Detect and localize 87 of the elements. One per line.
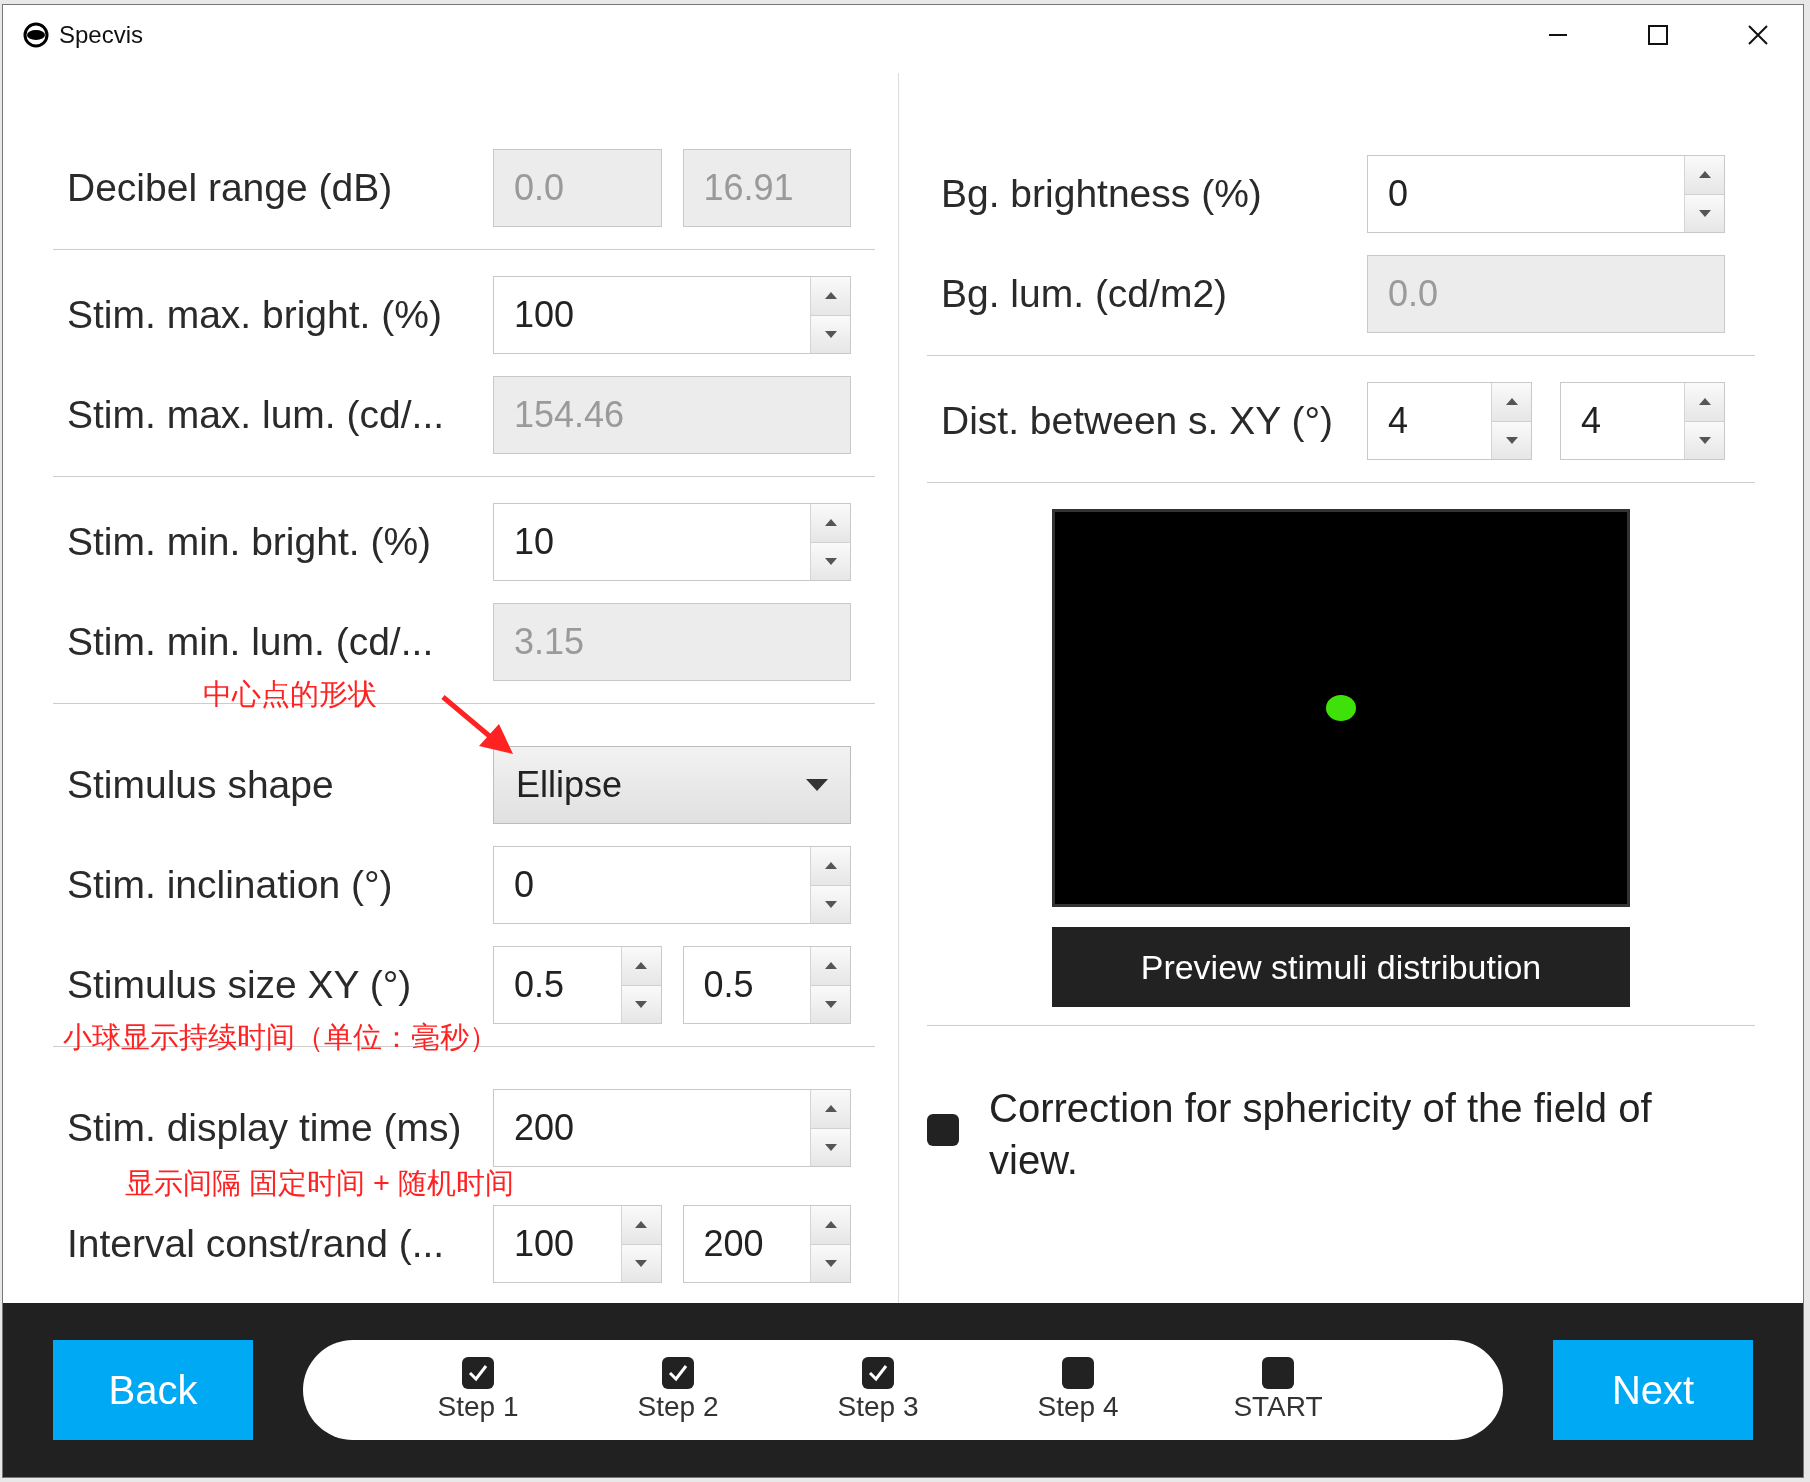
field-label: Stim. max. bright. (%): [66, 293, 443, 337]
step-label: Step 2: [637, 1391, 719, 1423]
field-label: Dist. between s. XY (°): [940, 399, 1335, 443]
close-icon: [1748, 25, 1768, 45]
down-arrow-icon: [635, 1259, 647, 1267]
up-arrow-icon: [824, 1221, 837, 1229]
up-arrow-icon: [1698, 171, 1711, 179]
down-arrow-icon: [635, 1000, 647, 1008]
annotation-note: 小球显示持续时间（单位：毫秒）: [63, 1023, 498, 1052]
down-arrow-icon: [824, 330, 837, 338]
up-arrow-icon: [824, 519, 837, 527]
increment-button[interactable]: [811, 504, 850, 542]
decrement-button[interactable]: [1492, 420, 1531, 459]
up-arrow-icon: [824, 962, 837, 970]
field-label: Stim. inclination (°): [66, 863, 394, 907]
down-arrow-icon: [1505, 436, 1518, 444]
down-arrow-icon: [824, 557, 837, 565]
spin-field[interactable]: 100: [493, 276, 851, 354]
field-label: Stimulus size XY (°): [66, 963, 413, 1007]
maximize-icon: [1648, 25, 1668, 45]
field-label: Decibel range (dB): [66, 166, 394, 210]
decrement-button[interactable]: [621, 984, 661, 1023]
spin-field[interactable]: 0.5: [682, 946, 851, 1024]
field-label: Stimulus shape: [66, 763, 335, 807]
minimize-icon: [1549, 34, 1567, 36]
increment-button[interactable]: [811, 277, 850, 315]
spin-field[interactable]: 200: [493, 1089, 851, 1167]
spin-field[interactable]: 10: [493, 503, 851, 581]
increment-button[interactable]: [1685, 156, 1724, 194]
decrement-button[interactable]: [1685, 420, 1724, 459]
down-arrow-icon: [824, 1143, 837, 1151]
caret-icon: [806, 779, 828, 791]
up-arrow-icon: [635, 1221, 647, 1229]
sphericity-checkbox[interactable]: [927, 1114, 959, 1146]
up-arrow-icon: [1698, 398, 1711, 406]
step-label: Step 3: [837, 1391, 919, 1423]
decrement-button[interactable]: [811, 984, 850, 1023]
eye-icon: [23, 22, 49, 48]
decrement-button[interactable]: [811, 1243, 850, 1282]
spin-field[interactable]: 4: [1367, 382, 1532, 460]
preview-button[interactable]: Preview stimuli distribution: [1052, 927, 1630, 1007]
increment-button[interactable]: [811, 1090, 850, 1128]
decrement-button[interactable]: [811, 541, 850, 580]
decrement-button[interactable]: [1685, 193, 1724, 232]
annotation-note: 显示间隔 固定时间 + 随机时间: [125, 1169, 515, 1198]
down-arrow-icon: [824, 1000, 837, 1008]
stimulus-dot: [1326, 695, 1356, 721]
increment-button[interactable]: [1685, 383, 1724, 421]
field-label: Stim. min. lum. (cd/...: [66, 620, 435, 664]
down-arrow-icon: [824, 900, 837, 908]
increment-button[interactable]: [811, 947, 850, 985]
up-arrow-icon: [824, 292, 837, 300]
up-arrow-icon: [824, 1105, 837, 1113]
spin-field[interactable]: 100: [493, 1205, 662, 1283]
down-arrow-icon: [1698, 209, 1711, 217]
step-label: START: [1233, 1391, 1323, 1423]
shape-dropdown[interactable]: Ellipse: [493, 746, 851, 824]
increment-button[interactable]: [1492, 383, 1531, 421]
window-title: Specvis: [59, 21, 145, 49]
field-label: Stim. max. lum. (cd/...: [66, 393, 446, 437]
up-arrow-icon: [824, 862, 837, 870]
decrement-button[interactable]: [811, 1127, 850, 1166]
decrement-button[interactable]: [811, 884, 850, 923]
down-arrow-icon: [1698, 436, 1711, 444]
increment-button[interactable]: [621, 947, 661, 985]
field-label: Interval const/rand (...: [66, 1222, 446, 1266]
up-arrow-icon: [1505, 398, 1518, 406]
field-label: Bg. lum. (cd/m2): [940, 272, 1229, 316]
field-label: Stim. min. bright. (%): [66, 520, 433, 564]
decrement-button[interactable]: [621, 1243, 661, 1282]
increment-button[interactable]: [811, 1206, 850, 1244]
spin-field[interactable]: 0: [493, 846, 851, 924]
field-label: Stim. display time (ms): [66, 1106, 463, 1150]
decrement-button[interactable]: [811, 314, 850, 353]
down-arrow-icon: [824, 1259, 837, 1267]
step-label: Step 4: [1037, 1391, 1119, 1423]
spin-field[interactable]: 4: [1560, 382, 1725, 460]
field-label: Bg. brightness (%): [940, 172, 1263, 216]
increment-button[interactable]: [811, 847, 850, 885]
checkbox-label: Correction for sphericity of the field of view.: [989, 1085, 1653, 1184]
spin-field[interactable]: 0.5: [493, 946, 662, 1024]
annotation-note: 中心点的形状: [203, 680, 377, 709]
up-arrow-icon: [635, 962, 647, 970]
spin-field[interactable]: 0: [1367, 155, 1725, 233]
increment-button[interactable]: [621, 1206, 661, 1244]
spin-field[interactable]: 200: [682, 1205, 851, 1283]
step-label: Step 1: [437, 1391, 519, 1423]
